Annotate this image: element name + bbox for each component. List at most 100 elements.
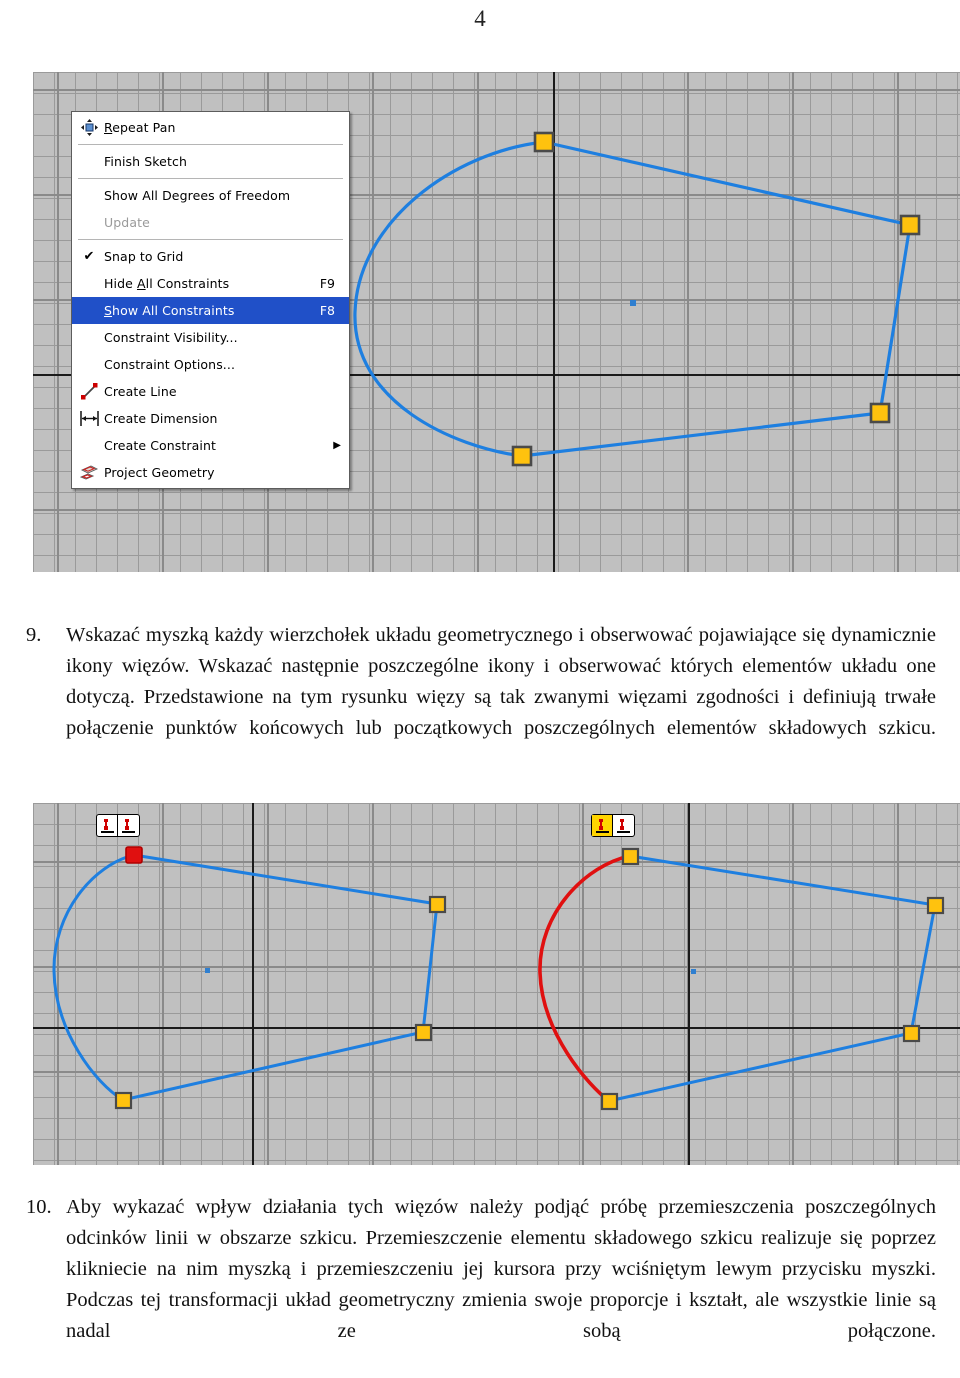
menu-item-accelerator: F8 [319, 303, 335, 318]
menu-item-constraint-options[interactable]: Constraint Options... [72, 351, 349, 378]
menu-item-label: Snap to Grid [104, 249, 184, 264]
line-icon [80, 383, 97, 400]
menu-item-label: Create Dimension [104, 411, 218, 426]
constraint-glyph-cell[interactable] [118, 815, 139, 836]
paragraph-10-text: Aby wykazać wpływ działania tych więzów … [66, 1196, 936, 1342]
paragraph-10-number: 10. [26, 1196, 52, 1218]
paragraph-9-number: 9. [26, 624, 42, 646]
menu-item-label: Hide All Constraints [104, 276, 230, 291]
chevron-right-icon: ▶ [333, 439, 341, 451]
constraint-point-bottom [104, 826, 108, 830]
menu-item-label: Project Geometry [104, 465, 215, 480]
menu-item-show-all-degrees-of-freedom[interactable]: Show All Degrees of Freedom [72, 182, 349, 209]
coincident-constraint-badge-left[interactable] [96, 814, 140, 837]
menu-item-finish-sketch[interactable]: Finish Sketch [72, 148, 349, 175]
menu-item-label: Create Line [104, 384, 177, 399]
sketch-line-top [543, 140, 911, 227]
sketch-origin-point [630, 300, 636, 306]
menu-icon-slot [76, 301, 102, 321]
menu-icon-slot [76, 328, 102, 348]
menu-item-label: Constraint Visibility... [104, 330, 238, 345]
constraint-glyph-cell-selected[interactable] [592, 815, 613, 836]
menu-icon-slot [76, 355, 102, 375]
constraint-baseline [122, 831, 135, 833]
vertex-right-top [899, 214, 921, 236]
menu-item-label: Constraint Options... [104, 357, 236, 372]
right-vertex-bottom [600, 1092, 619, 1111]
left-sketch-line-bottom [122, 1030, 424, 1102]
dimension-icon [76, 409, 102, 429]
line-icon [76, 382, 102, 402]
left-vertex-bottom [114, 1091, 133, 1110]
menu-icon-slot [76, 274, 102, 294]
right-sketch-arc-selected [538, 854, 631, 1103]
right-sketch-line-bottom [608, 1031, 912, 1103]
pan-icon [80, 119, 98, 136]
left-sketch-origin-point [205, 968, 210, 973]
right-vertex-right-top [926, 896, 945, 915]
page-number: 4 [474, 6, 486, 31]
paragraph-9-text: Wskazać myszką każdy wierzchołek układu … [66, 624, 936, 739]
right-sketch-line-right [909, 904, 937, 1034]
menu-item-project-geometry[interactable]: Project Geometry [72, 459, 349, 486]
vertex-right-bottom [869, 402, 891, 424]
project-geometry-icon [76, 463, 102, 483]
menu-item-create-dimension[interactable]: Create Dimension [72, 405, 349, 432]
sketch-context-menu[interactable]: Repeat Pan Finish Sketch Show All Degrees … [71, 111, 350, 489]
sketch-geometry-bottom [52, 846, 945, 1111]
left-sketch-line-right [421, 903, 439, 1033]
menu-item-label: Finish Sketch [104, 154, 187, 169]
project-geometry-icon [80, 465, 98, 479]
dimension-icon [79, 411, 99, 426]
menu-item-label: Update [104, 215, 150, 230]
left-vertex-highlighted [125, 846, 143, 864]
menu-item-show-all-constraints[interactable]: Show All Constraints F8 [72, 297, 349, 324]
sketch-arc-left [353, 140, 545, 458]
constraint-baseline [617, 831, 630, 833]
paragraph-9: 9. Wskazać myszką każdy wierzchołek ukła… [26, 620, 936, 775]
right-sketch-origin-point [691, 969, 696, 974]
menu-item-label: Show All Degrees of Freedom [104, 188, 291, 203]
right-vertex-right-bottom [902, 1024, 921, 1043]
constraint-baseline [596, 831, 609, 833]
sketch-line-bottom [521, 411, 881, 458]
menu-separator [78, 239, 343, 240]
constraint-glyph-cell[interactable] [613, 815, 634, 836]
menu-item-label: Repeat Pan [104, 120, 176, 135]
sketch-left-panel [52, 846, 447, 1110]
constraint-baseline [101, 831, 114, 833]
menu-icon-slot [76, 436, 102, 456]
menu-separator [78, 144, 343, 145]
vertex-top [533, 131, 555, 153]
constraint-glyph-cell[interactable] [97, 815, 118, 836]
right-sketch-line-top [629, 854, 936, 907]
check-icon: ✔ [83, 249, 95, 264]
menu-item-label: Create Constraint [104, 438, 217, 453]
menu-item-snap-to-grid[interactable]: ✔ Snap to Grid [72, 243, 349, 270]
menu-item-hide-all-constraints[interactable]: Hide All Constraints F9 [72, 270, 349, 297]
check-icon: ✔ [76, 247, 102, 267]
menu-item-update: Update [72, 209, 349, 236]
left-vertex-right-bottom [414, 1023, 433, 1042]
menu-item-create-line[interactable]: Create Line [72, 378, 349, 405]
menu-item-create-constraint[interactable]: Create Constraint ▶ [72, 432, 349, 459]
right-vertex-top [621, 847, 640, 866]
menu-item-accelerator: F9 [319, 276, 335, 291]
menu-item-constraint-visibility[interactable]: Constraint Visibility... [72, 324, 349, 351]
coincident-constraint-badge-right[interactable] [591, 814, 635, 837]
paragraph-10: 10. Aby wykazać wpływ działania tych wię… [26, 1192, 936, 1378]
constraint-point-bottom [125, 826, 129, 830]
menu-item-repeat-pan[interactable]: Repeat Pan [72, 114, 349, 141]
menu-icon-slot [76, 186, 102, 206]
left-sketch-line-top [133, 853, 438, 906]
constraint-point-bottom [620, 826, 624, 830]
sketch-line-right [878, 224, 912, 414]
sketch-right-panel [538, 847, 945, 1111]
top-figure-cad-screenshot: Repeat Pan Finish Sketch Show All Degrees … [33, 72, 960, 572]
left-vertex-right-top [428, 895, 447, 914]
vertex-bottom [511, 445, 533, 467]
pan-icon [76, 118, 102, 138]
constraint-point-bottom [599, 826, 603, 830]
left-sketch-arc [52, 853, 135, 1102]
bottom-figure-cad-screenshot [33, 803, 960, 1165]
